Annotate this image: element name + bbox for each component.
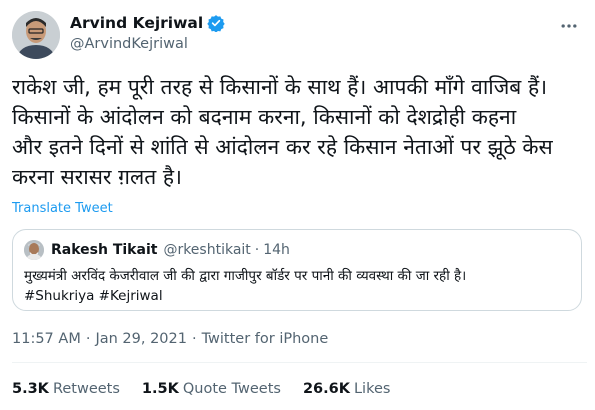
likes-count: 26.6K [302, 381, 350, 397]
tweet-meta: 11:57 AM · Jan 29, 2021 · Twitter for iP… [12, 331, 328, 347]
quotes-count: 1.5K [141, 381, 179, 397]
quoted-time: 14h [263, 242, 290, 258]
tweet-stats: 5.3K Retweets 1.5K Quote Tweets 26.6K Likes [12, 381, 412, 397]
quoted-text: मुख्यमंत्री अरविंद केजरीवाल जी की द्वारा… [24, 268, 467, 304]
likes-label: Likes [353, 381, 391, 397]
tweet-time[interactable]: 11:57 AM [12, 331, 81, 347]
likes-stat[interactable]: 26.6K Likes [303, 381, 390, 397]
author-avatar-image [12, 11, 60, 59]
divider [12, 362, 587, 363]
quoted-tweet-card[interactable]: Rakesh Tikait @rkeshtikait · 14h मुख्यमं… [12, 229, 582, 311]
translate-tweet-link[interactable]: Translate Tweet [12, 201, 113, 216]
author-handle[interactable]: @ArvindKejriwal [70, 36, 188, 52]
tweet: Arvind Kejriwal @ArvindKejriwal राकेश जी… [0, 0, 595, 410]
meta-separator: · [85, 331, 91, 347]
retweets-stat[interactable]: 5.3K Retweets [12, 381, 120, 397]
tweet-source[interactable]: Twitter for iPhone [202, 331, 329, 347]
meta-separator-2: · [191, 331, 197, 347]
author-name-row: Arvind Kejriwal [70, 12, 225, 34]
quoted-handle: @rkeshtikait [163, 242, 251, 258]
quotes-label: Quote Tweets [182, 381, 281, 397]
quote-tweets-stat[interactable]: 1.5K Quote Tweets [142, 381, 281, 397]
retweets-count: 5.3K [12, 381, 49, 397]
verified-badge-icon [207, 14, 225, 33]
more-options-icon[interactable] [557, 14, 581, 38]
quoted-header: Rakesh Tikait @rkeshtikait · 14h [51, 240, 290, 260]
tweet-text: राकेश जी, हम पूरी तरह से किसानों के साथ … [12, 75, 553, 189]
author-display-name[interactable]: Arvind Kejriwal [70, 14, 203, 32]
quoted-display-name: Rakesh Tikait [51, 242, 158, 258]
retweets-label: Retweets [52, 381, 120, 397]
author-avatar[interactable] [12, 11, 60, 59]
quoted-author-avatar [24, 240, 44, 260]
quoted-separator: · [254, 242, 260, 258]
tweet-date[interactable]: Jan 29, 2021 [95, 331, 187, 347]
